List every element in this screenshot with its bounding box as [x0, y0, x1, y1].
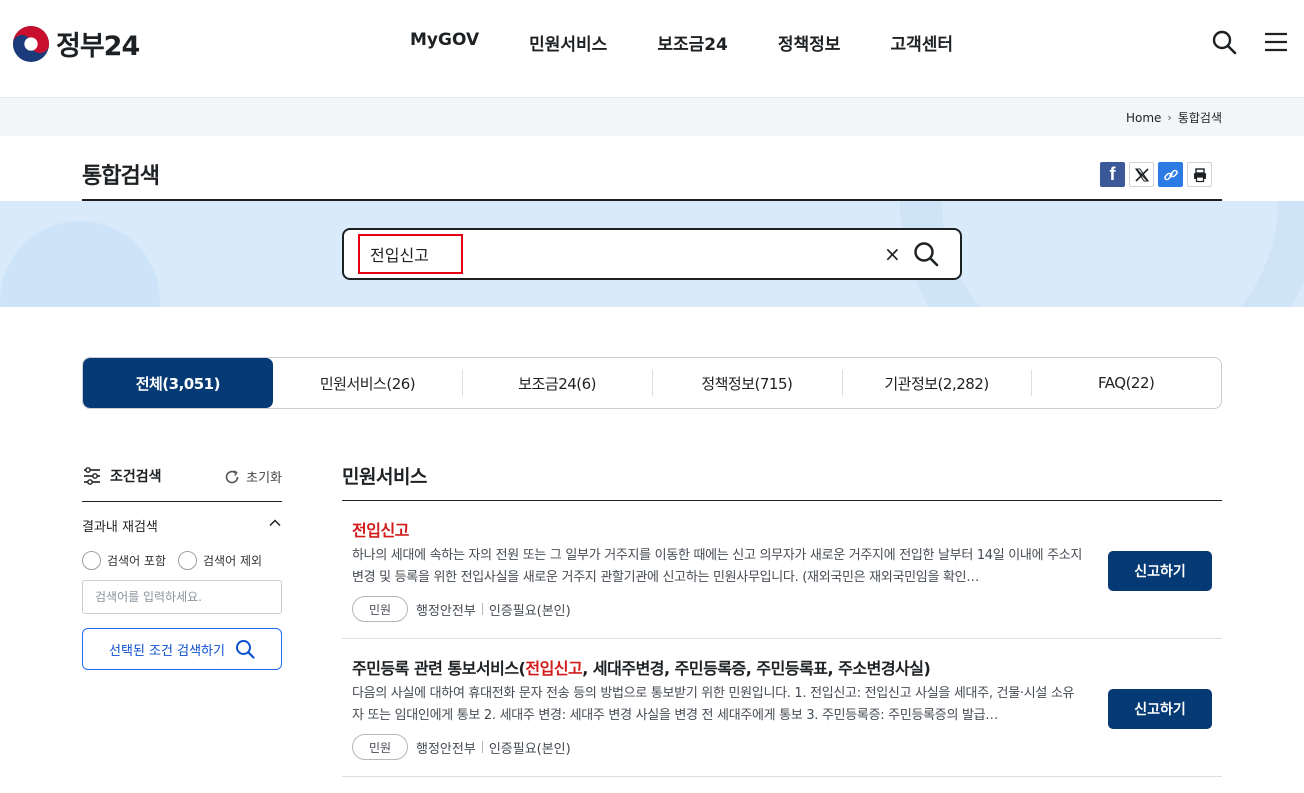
nav-subsidy24[interactable]: 보조금24	[657, 30, 728, 55]
re-search-toggle[interactable]: 결과내 재검색	[82, 516, 282, 535]
chevron-right-icon: ›	[1167, 111, 1172, 124]
filter-title-label: 조건검색	[110, 469, 162, 485]
agency-label: 행정안전부	[416, 741, 476, 757]
result-meta: 민원 행정안전부 인증필요(본인)	[352, 734, 571, 760]
breadcrumb: Home › 통합검색	[1126, 109, 1222, 126]
re-search-label: 결과내 재검색	[82, 520, 158, 535]
tab-agency-info[interactable]: 기관정보(2,282)	[841, 358, 1032, 408]
tab-faq[interactable]: FAQ(22)	[1031, 358, 1221, 408]
filter-header: 조건검색 초기화	[82, 460, 282, 502]
nav-civil-service[interactable]: 민원서비스	[529, 30, 607, 55]
category-tabs: 전체(3,051) 민원서비스(26) 보조금24(6) 정책정보(715) 기…	[82, 357, 1222, 409]
logo[interactable]: 정부24	[12, 24, 140, 63]
tab-subsidy24[interactable]: 보조금24(6)	[462, 358, 652, 408]
auth-required-label: 인증필요(본인)	[488, 741, 571, 757]
report-button[interactable]: 신고하기	[1108, 551, 1212, 591]
filter-title: 조건검색	[82, 466, 162, 486]
site-header: 정부24 MyGOV 민원서비스 보조금24 정책정보 고객센터	[0, 0, 1304, 98]
print-icon[interactable]	[1187, 162, 1212, 187]
result-title-highlight: 전입신고	[525, 659, 583, 678]
divider	[481, 603, 483, 615]
decor-circle	[0, 221, 160, 307]
radio-circle[interactable]	[178, 551, 198, 570]
result-title-pre: 주민등록 관련 통보서비스(	[352, 659, 526, 678]
tab-all[interactable]: 전체(3,051)	[83, 358, 273, 408]
tab-civil-service[interactable]: 민원서비스(26)	[273, 358, 463, 408]
result-meta: 민원 행정안전부 인증필요(본인)	[352, 596, 571, 622]
page-title: 통합검색	[82, 164, 160, 189]
include-keyword-label: 검색어 포함	[107, 554, 167, 568]
title-row: 통합검색 f	[82, 136, 1222, 201]
exclude-keyword-radio[interactable]: 검색어 제외	[178, 551, 262, 570]
auth-required-label: 인증필요(본인)	[488, 603, 571, 619]
breadcrumb-current: 통합검색	[1177, 111, 1222, 125]
results-section: 민원서비스 전입신고 하나의 세대에 속하는 자의 전원 또는 그 일부가 거주…	[342, 460, 1222, 777]
report-button[interactable]: 신고하기	[1108, 689, 1212, 729]
chevron-up-icon	[269, 519, 281, 527]
logo-text: 정부24	[56, 31, 140, 62]
keyword-mode-radios: 검색어 포함 검색어 제외	[82, 551, 282, 570]
search-submit-icon[interactable]	[912, 240, 940, 268]
breadcrumb-home[interactable]: Home	[1126, 111, 1161, 125]
search-input[interactable]	[358, 234, 463, 274]
search-box: ×	[342, 228, 962, 280]
link-icon[interactable]	[1158, 162, 1183, 187]
taegeuk-logo-icon	[12, 25, 50, 62]
result-description: 다음의 사실에 대하여 휴대전화 문자 전송 등의 방법으로 통보받기 위한 민…	[352, 686, 1075, 723]
breadcrumb-band: Home › 통합검색	[0, 98, 1304, 136]
header-actions	[1210, 28, 1290, 56]
divider	[481, 741, 483, 753]
include-keyword-radio[interactable]: 검색어 포함	[82, 551, 166, 570]
filter-panel: 조건검색 초기화 결과내 재검색 검색어 포함 검색어 제외 선택된 조건 검색…	[82, 460, 282, 670]
section-title: 민원서비스	[342, 460, 1222, 501]
search-icon[interactable]	[1210, 28, 1238, 56]
clear-icon[interactable]: ×	[884, 242, 901, 266]
result-title-highlight: 전입신고	[352, 521, 409, 540]
nav-customer-center[interactable]: 고객센터	[890, 30, 953, 55]
nav-mygov[interactable]: MyGOV	[410, 30, 479, 55]
result-item: 주민등록 관련 통보서비스(전입신고, 세대주변경, 주민등록증, 주민등록표,…	[342, 639, 1222, 777]
result-title[interactable]: 주민등록 관련 통보서비스(전입신고, 세대주변경, 주민등록증, 주민등록표,…	[352, 655, 931, 679]
category-tag: 민원	[352, 734, 408, 760]
search-icon	[235, 640, 255, 659]
result-description: 하나의 세대에 속하는 자의 전원 또는 그 일부가 거주지를 이동한 때에는 …	[352, 548, 1083, 585]
reset-label: 초기화	[246, 471, 282, 486]
search-band: ×	[0, 201, 1304, 307]
category-tag: 민원	[352, 596, 408, 622]
condition-search-label: 선택된 조건 검색하기	[109, 643, 225, 659]
tab-policy-info[interactable]: 정책정보(715)	[652, 358, 842, 408]
agency-label: 행정안전부	[416, 603, 476, 619]
nav-policy-info[interactable]: 정책정보	[778, 30, 841, 55]
result-item: 전입신고 하나의 세대에 속하는 자의 전원 또는 그 일부가 거주지를 이동한…	[342, 501, 1222, 639]
result-title[interactable]: 전입신고	[352, 517, 409, 541]
radio-circle[interactable]	[82, 551, 101, 570]
x-icon[interactable]	[1129, 162, 1154, 187]
result-title-post: , 세대주변경, 주민등록증, 주민등록표, 주소변경사실)	[582, 659, 931, 678]
keyword-input[interactable]	[82, 580, 282, 614]
menu-icon[interactable]	[1262, 28, 1290, 56]
condition-search-button[interactable]: 선택된 조건 검색하기	[82, 628, 282, 670]
reset-button[interactable]: 초기화	[223, 467, 282, 486]
share-buttons: f	[1100, 162, 1212, 187]
refresh-icon	[225, 469, 239, 483]
filter-sliders-icon	[84, 467, 100, 485]
exclude-keyword-label: 검색어 제외	[203, 554, 263, 568]
facebook-icon[interactable]: f	[1100, 162, 1125, 187]
main-nav: MyGOV 민원서비스 보조금24 정책정보 고객센터	[410, 30, 1003, 55]
